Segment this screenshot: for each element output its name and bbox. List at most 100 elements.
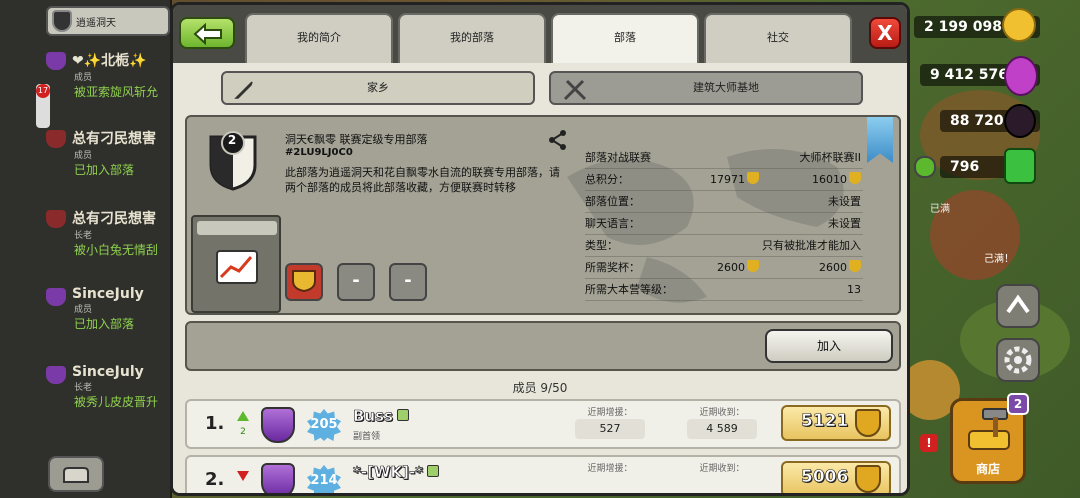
info-row-chat-language: 聊天语言： 未设置 [585,213,863,235]
chat-text: 被小白兔无情刮 [74,243,159,257]
chat-sender-role: 成员 [74,305,93,315]
tab-social[interactable]: 社交 [704,13,852,63]
clan-tab-content: 家乡 建筑大师基地 2 洞天€飘零 联赛定级专用部落 #2LU9LJ0C0 此部… [173,63,907,493]
rank-up-arrow-icon [237,411,249,421]
league-slot-empty[interactable]: - [389,263,427,301]
home-village-tab[interactable]: 家乡 [221,71,535,105]
chat-text: 已加入部落 [74,163,135,177]
clan-stats-button[interactable] [191,215,281,313]
home-village-label: 家乡 [367,81,389,94]
info-key: 所需奖杯： [585,261,640,274]
member-name: Buss [353,407,394,426]
tab-my-clan[interactable]: 我的部落 [398,13,546,63]
league-slot-empty[interactable]: - [337,263,375,301]
clan-shield-icon [52,10,72,32]
gear-icon [1004,346,1032,374]
members-count-title: 成员 9/50 [512,381,568,395]
member-trophies: 5006 [781,461,891,493]
tab-clan[interactable]: 部落 [551,13,699,65]
join-clan-button[interactable]: 加入 [765,329,893,363]
close-button[interactable]: X [869,17,901,49]
info-key: 部落对战联赛 [585,151,651,164]
member-trophies: 5121 [781,405,891,441]
donated-label: 近期增援： [587,408,633,418]
trophy-icon [849,172,861,184]
shop-button[interactable]: 2 商店 [950,393,1029,484]
chat-bubble-icon [427,465,440,477]
member-league-icon [261,463,295,493]
clan-info-modal: 我的简介 我的部落 部落 社交 X 家乡 建筑大师基地 2 洞天€飘零 联赛定级… [170,2,910,496]
received-label: 近期收到： [699,464,745,474]
back-arrow-icon [193,23,222,45]
friend-request-button[interactable] [996,284,1040,328]
chat-sender[interactable]: SinceJuly [72,286,174,302]
info-key: 聊天语言： [585,217,640,230]
chat-bubble-icon [396,409,409,421]
home-points: 17971 [710,173,745,186]
trend-chart-icon [216,250,258,284]
war-league-badge[interactable] [285,263,323,301]
chat-text: 被秀儿皮皮晋升 [74,395,159,409]
builder-base-tab[interactable]: 建筑大师基地 [549,71,863,105]
info-row-location: 部落位置： 未设置 [585,191,863,213]
clan-info-table: 部落对战联赛 大师杯联赛II 总积分： 17971 16010 部落位置： 未设… [585,147,863,301]
rank-down-arrow-icon [237,471,249,481]
received-label: 近期收到： [699,408,745,418]
member-role: 副首领 [353,432,381,442]
league-badge-icon [46,210,66,228]
tab-my-profile[interactable]: 我的简介 [245,13,393,63]
share-icon[interactable] [547,129,569,151]
chat-clan-name: 逍遥洞天 [76,17,116,29]
elixir-icon [1004,56,1038,96]
chat-sender-role: 长老 [74,231,93,241]
info-value: 未设置 [828,217,861,230]
chat-sender[interactable]: 总有刁民想害 [72,208,174,228]
rank-delta: 2 [240,427,246,437]
info-row-required-trophies: 所需奖杯： 2600 2600 [585,257,863,279]
received-value: 4 589 [687,419,757,439]
crossed-axes-icon [563,79,587,101]
trophy-icon [747,172,759,184]
donated-value: 527 [575,419,645,439]
clan-description: 此部落为逍遥洞天和花自飘零水自流的联赛专用部落，请两个部落的成员将此部落收藏，方… [285,166,560,194]
chat-sender-role: 长老 [74,383,93,393]
info-row-type: 类型： 只有被批准才能加入 [585,235,863,257]
tab-bar: 我的简介 我的部落 部落 社交 X [173,5,907,65]
info-row-required-townhall: 所需大本营等级： 13 [585,279,863,301]
info-value: 大师杯联赛II [799,151,862,164]
add-gems-button[interactable] [914,156,936,178]
chat-collapse-button[interactable] [48,456,104,492]
trophy-icon [849,260,861,272]
league-badge-icon [46,366,66,384]
clan-level: 2 [227,133,237,147]
member-row[interactable]: 1. 2 205 Buss 副首领 近期增援： 527 近期收到： 4 589 … [185,399,901,449]
trophy-count: 5006 [801,467,849,488]
info-value: 13 [847,283,861,296]
builder-points: 16010 [812,173,847,186]
info-key: 总积分： [585,173,629,186]
shop-badge-count: 2 [1007,393,1029,415]
member-rank: 2. [205,469,225,490]
member-row[interactable]: 2. 214 *-[WK]-* 近期增援： 近期收到： 5006 [185,455,901,493]
league-shield-icon [292,270,316,293]
chat-clan-header[interactable]: 逍遥洞天 [46,6,170,36]
chat-sender[interactable]: ❤✨北栀✨ [72,50,174,70]
gold-icon [1002,8,1036,42]
member-xp-level: 205 [307,409,341,441]
chat-sender-role: 成员 [74,151,93,161]
back-button[interactable] [179,17,235,49]
chat-sender[interactable]: 总有刁民想害 [72,128,174,148]
info-key: 所需大本营等级： [585,283,673,296]
storage-full-label: 已满 [930,204,950,215]
chat-sender[interactable]: SinceJuly [72,364,174,380]
settings-button[interactable] [996,338,1040,382]
chat-unread-tab[interactable]: 17 [36,84,50,128]
required-home-trophies: 2600 [717,261,745,274]
gem-icon [1004,148,1036,184]
info-row-total-points: 总积分： 17971 16010 [585,169,863,191]
league-badge-icon [46,52,66,70]
trophy-icon [747,260,759,272]
chat-message: SinceJuly 成员 已加入部落 [46,286,174,332]
trophy-count: 5121 [801,411,849,432]
league-badge-icon [46,288,66,306]
